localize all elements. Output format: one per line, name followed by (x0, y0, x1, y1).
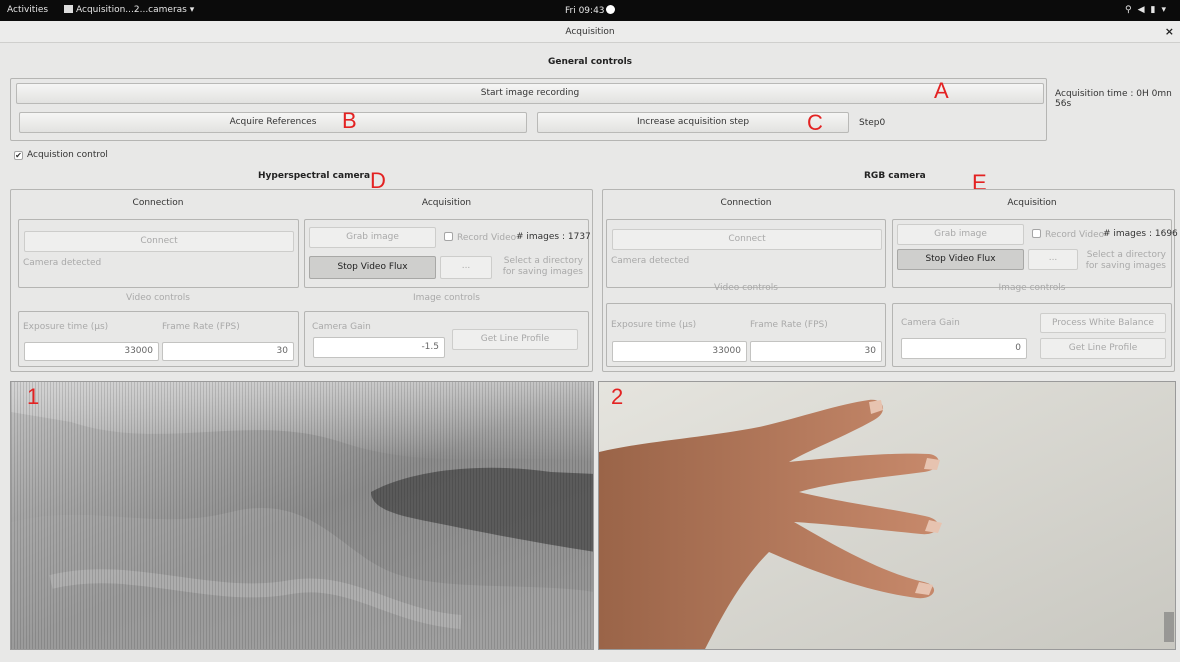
hs-connect-button[interactable]: Connect (24, 231, 294, 252)
activities-button[interactable]: Activities (7, 5, 48, 15)
rgb-record-video-checkbox[interactable]: Record Video (1032, 229, 1104, 240)
battery-icon: ▮ (1150, 5, 1162, 15)
close-icon[interactable]: × (1165, 21, 1174, 43)
clock[interactable]: Fri 09:43 (565, 5, 615, 16)
hs-framerate-label: Frame Rate (FPS) (162, 322, 240, 332)
rgb-connect-button[interactable]: Connect (612, 229, 882, 250)
hs-connection-group (18, 219, 299, 288)
acquisition-time-label: Acquisition time : 0H 0mn 56s (1055, 89, 1172, 109)
annotation-a: A (934, 78, 949, 103)
rgb-directory-hint-line1: Select a directory (1086, 250, 1166, 260)
rgb-gain-label: Camera Gain (901, 318, 960, 328)
app-menu[interactable]: Acquisition...2...cameras ▾ (64, 5, 194, 15)
hs-grab-image-button[interactable]: Grab image (309, 227, 436, 248)
rgb-acquisition-title: Acquisition (1007, 198, 1057, 208)
acquire-references-button[interactable]: Acquire References (19, 112, 527, 133)
rgb-image-controls-title: Image controls (998, 283, 1066, 293)
hs-video-controls-title: Video controls (126, 293, 190, 303)
hs-directory-hint-line2: for saving images (502, 267, 583, 277)
hs-gain-label: Camera Gain (312, 322, 371, 332)
chevron-down-icon: ▾ (1161, 5, 1172, 15)
view-1-label: 1 (27, 384, 40, 409)
clock-label: Fri 09:43 (565, 6, 605, 16)
rgb-white-balance-button[interactable]: Process White Balance (1040, 313, 1166, 333)
annotation-b: B (342, 108, 357, 133)
increase-step-button[interactable]: Increase acquisition step (537, 112, 849, 133)
hs-exposure-label: Exposure time (µs) (23, 322, 109, 332)
wifi-icon: ⚲ (1125, 5, 1138, 15)
hs-images-count: # images : 1737 (516, 232, 591, 242)
rgb-directory-hint-line2: for saving images (1085, 261, 1166, 271)
checkbox-checked-icon (14, 151, 23, 160)
status-menu[interactable]: ⚲◀▮▾ (1125, 5, 1172, 15)
window-icon (64, 5, 73, 13)
start-recording-button[interactable]: Start image recording (16, 83, 1044, 104)
window-title: Acquisition (565, 27, 615, 37)
rgb-directory-hint: Select a directory for saving images (1080, 250, 1166, 272)
rgb-images-count: # images : 1696 (1103, 229, 1178, 239)
notification-dot-icon (605, 5, 615, 14)
hs-gain-input[interactable]: -1.5 (313, 337, 445, 358)
hs-acquisition-title: Acquisition (421, 198, 472, 208)
hs-camera-status: Camera detected (23, 258, 102, 268)
step-label: Step0 (859, 118, 886, 128)
hs-line-profile-button[interactable]: Get Line Profile (452, 329, 578, 350)
hs-browse-button[interactable]: ... (440, 256, 492, 279)
system-top-bar: Activities Acquisition...2...cameras ▾ F… (0, 0, 1180, 21)
app-menu-label: Acquisition...2...cameras ▾ (76, 5, 195, 15)
hs-directory-hint-line1: Select a directory (503, 256, 583, 266)
general-controls-title: General controls (547, 57, 633, 67)
rgb-exposure-label: Exposure time (µs) (611, 320, 697, 330)
hs-framerate-input[interactable]: 30 (162, 342, 294, 361)
hs-record-video-label: Record Video (457, 233, 517, 243)
rgb-browse-button[interactable]: ... (1028, 249, 1078, 270)
volume-icon: ◀ (1137, 5, 1151, 15)
rgb-video-controls-title: Video controls (714, 283, 778, 293)
checkbox-icon (444, 232, 453, 241)
rgb-stop-video-button[interactable]: Stop Video Flux (897, 249, 1024, 270)
rgb-view: 2 (598, 381, 1176, 650)
rgb-line-profile-button[interactable]: Get Line Profile (1040, 338, 1166, 359)
rgb-exposure-input[interactable]: 33000 (612, 341, 747, 362)
hyperspectral-image (11, 382, 593, 649)
hs-stop-video-button[interactable]: Stop Video Flux (309, 256, 436, 279)
view-2-label: 2 (611, 384, 624, 409)
rgb-record-video-label: Record Video (1045, 230, 1105, 240)
hs-exposure-input[interactable]: 33000 (24, 342, 159, 361)
rgb-grab-image-button[interactable]: Grab image (897, 224, 1024, 245)
acquisition-control-label: Acquistion control (27, 150, 108, 160)
hyperspectral-view: 1 (10, 381, 594, 650)
hyperspectral-title: Hyperspectral camera (258, 171, 371, 181)
hs-record-video-checkbox[interactable]: Record Video (444, 232, 516, 243)
rgb-camera-status: Camera detected (611, 256, 690, 266)
rgb-gain-input[interactable]: 0 (901, 338, 1027, 359)
checkbox-icon (1032, 229, 1041, 238)
rgb-connection-title: Connection (720, 198, 772, 208)
hs-directory-hint: Select a directory for saving images (498, 256, 583, 278)
rgb-framerate-label: Frame Rate (FPS) (750, 320, 828, 330)
hs-image-controls-title: Image controls (413, 293, 480, 303)
window-titlebar: Acquisition × (0, 21, 1180, 43)
rgb-image (599, 382, 1175, 649)
rgb-framerate-input[interactable]: 30 (750, 341, 882, 362)
annotation-c: C (807, 110, 823, 135)
hs-connection-title: Connection (132, 198, 184, 208)
rgb-title: RGB camera (864, 171, 926, 181)
acquisition-control-checkbox[interactable]: Acquistion control (14, 150, 108, 160)
